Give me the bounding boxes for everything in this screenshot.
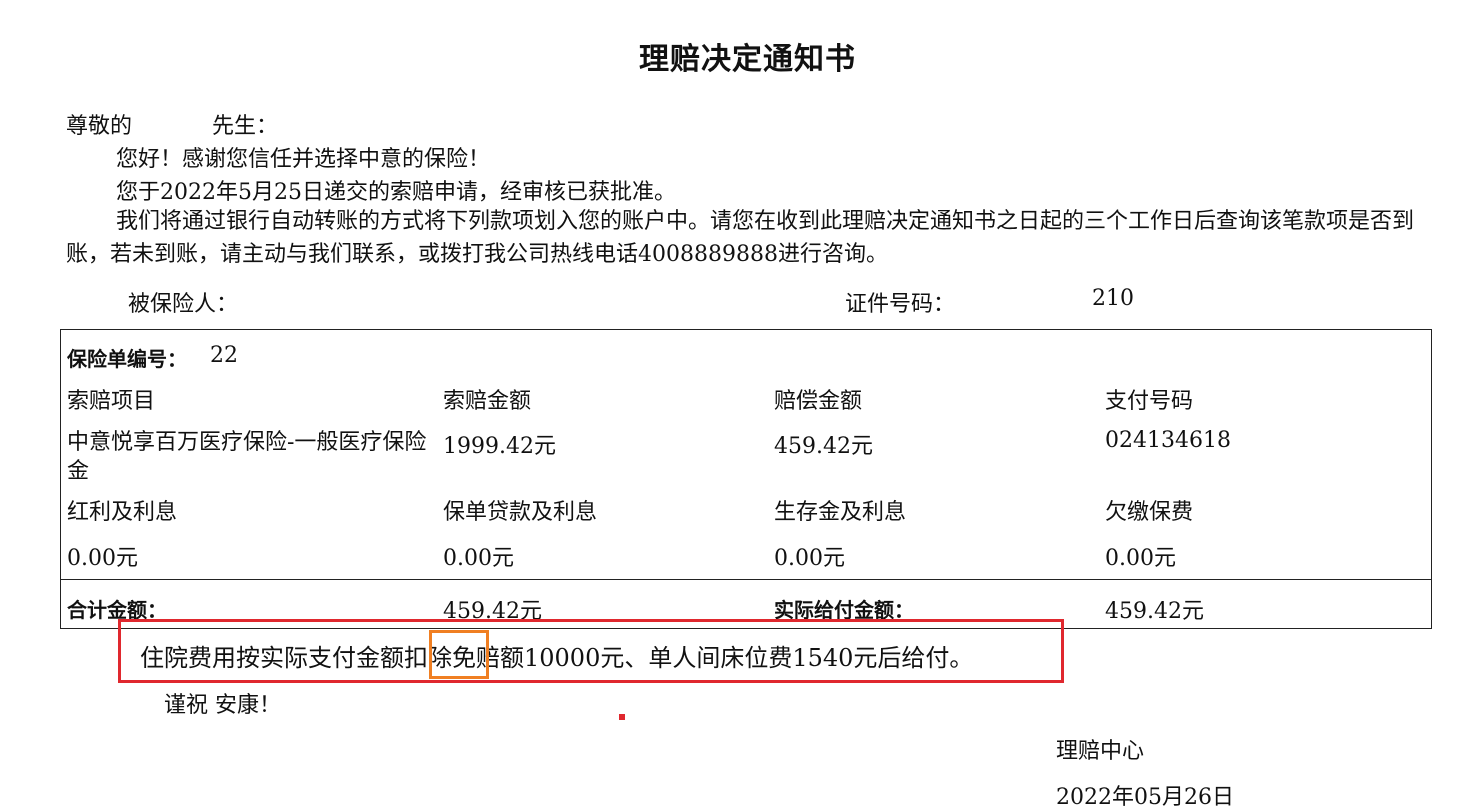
id-number-label: 证件号码：	[845, 292, 956, 317]
header-payment-number: 支付号码	[1105, 389, 1194, 414]
greeting-line: 您好！感谢您信任并选择中意的保险！	[116, 147, 491, 172]
table-divider	[60, 579, 1432, 580]
overdue-premium-value: 0.00元	[1105, 546, 1176, 571]
actual-payment-value: 459.42元	[1105, 599, 1204, 624]
header-dividend-interest: 红利及利息	[67, 500, 178, 525]
salutation-suffix: 先生：	[212, 114, 279, 139]
submission-line: 您于2022年5月25日递交的索赔申请，经审核已获批准。	[116, 180, 676, 205]
survival-benefit-interest-value: 0.00元	[774, 546, 845, 571]
notice-date: 2022年05月26日	[1056, 785, 1234, 810]
policy-loan-interest-value: 0.00元	[443, 546, 514, 571]
transfer-notice-paragraph: 我们将通过银行自动转账的方式将下列款项划入您的账户中。请您在收到此理赔决定通知书…	[66, 209, 1415, 267]
header-claim-item: 索赔项目	[67, 389, 156, 414]
salutation-prefix: 尊敬的	[66, 114, 133, 139]
header-compensation-amount: 赔偿金额	[774, 389, 863, 414]
claim-amount-value: 1999.42元	[443, 434, 556, 459]
red-annotation-box	[118, 619, 1064, 683]
header-claim-amount: 索赔金额	[443, 389, 532, 414]
policy-number-label: 保险单编号：	[67, 347, 187, 371]
orange-annotation-box	[429, 630, 489, 679]
document-title: 理赔决定通知书	[639, 42, 856, 77]
header-overdue-premium: 欠缴保费	[1105, 500, 1194, 525]
dividend-interest-value: 0.00元	[67, 546, 138, 571]
closing-wishes: 谨祝 安康！	[164, 693, 281, 718]
compensation-amount-value: 459.42元	[774, 434, 873, 459]
payment-number-value: 024134618	[1105, 428, 1231, 453]
header-survival-benefit-interest: 生存金及利息	[774, 500, 907, 525]
claim-item-value: 中意悦享百万医疗保险-一般医疗保险金	[67, 430, 427, 484]
claims-center-signature: 理赔中心	[1056, 739, 1145, 764]
red-dot-mark	[619, 714, 625, 720]
header-policy-loan-interest: 保单贷款及利息	[443, 500, 598, 525]
id-number-value: 210	[1092, 286, 1134, 311]
policy-number-value: 22	[210, 343, 238, 368]
insured-label: 被保险人：	[128, 292, 239, 317]
